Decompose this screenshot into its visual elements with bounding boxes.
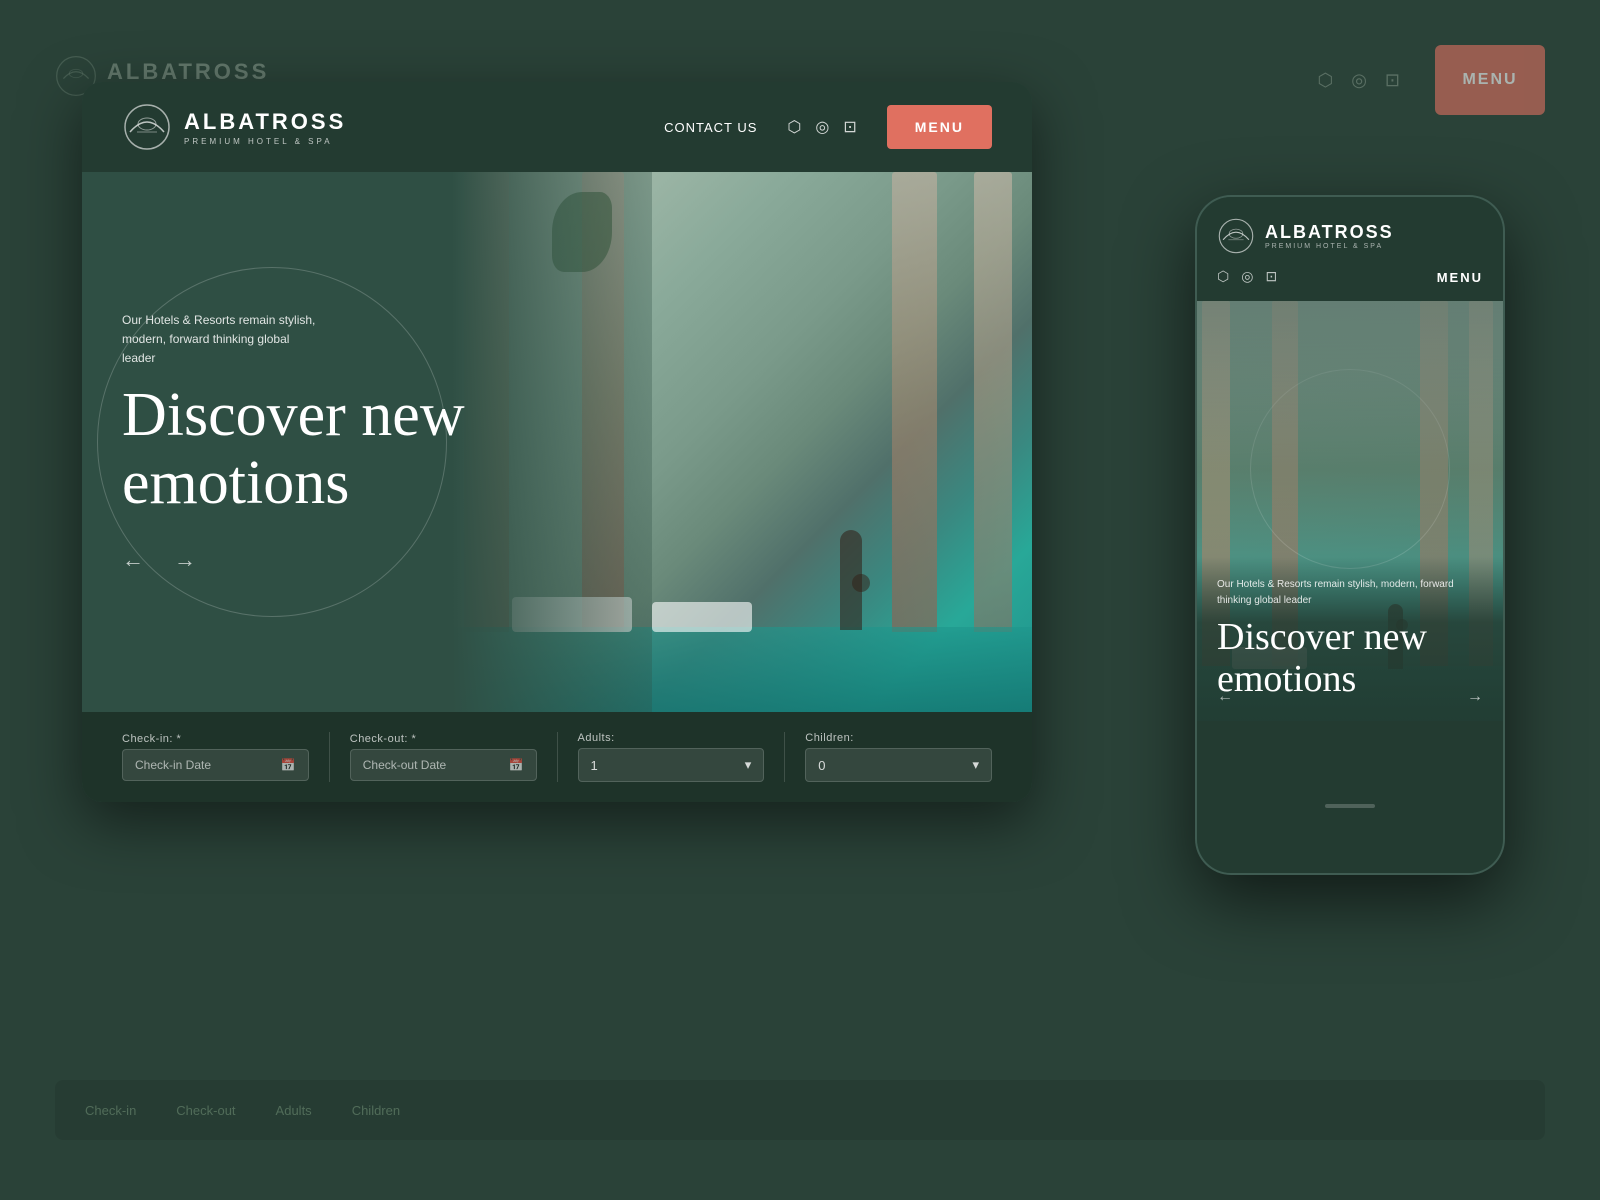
mobile-next-arrow[interactable]: → — [1467, 688, 1483, 706]
mobile-logo-icon — [1217, 217, 1255, 255]
desktop-logo: ALBATROSS PREMIUM HOTEL & SPA — [122, 102, 346, 152]
desktop-logo-sub: PREMIUM HOTEL & SPA — [184, 137, 346, 146]
mobile-tripadvisor-icon[interactable]: ◎ — [1241, 269, 1253, 286]
hero-title-line2: emotions — [122, 449, 349, 517]
bg-bottom-bar: Check-in Check-out Adults Children — [55, 1080, 1545, 1140]
children-label: Children: — [805, 732, 992, 744]
mobile-bottom — [1197, 721, 1503, 875]
checkout-field: Check-out: * Check-out Date 📅 — [350, 733, 537, 781]
checkout-input[interactable]: Check-out Date 📅 — [350, 749, 537, 781]
mobile-logo-sub: PREMIUM HOTEL & SPA — [1265, 243, 1394, 250]
bg-menu-button[interactable]: MENU — [1435, 45, 1545, 115]
bg-tripadvisor-icon: ◎ — [1351, 70, 1367, 91]
mobile-mockup: ALBATROSS PREMIUM HOTEL & SPA ⬡ ◎ ⊡ MENU — [1195, 195, 1505, 875]
checkout-label: Check-out: * — [350, 733, 537, 745]
bg-bottom-item-1: Check-in — [85, 1103, 136, 1118]
desktop-nav: CONTACT US ⬡ ◎ ⊡ MENU — [664, 105, 992, 149]
bg-logo-name: ALBATROSS — [107, 59, 269, 85]
mobile-folio-icon[interactable]: ⬡ — [1217, 269, 1229, 286]
nav-tripadvisor-icon[interactable]: ◎ — [815, 117, 829, 137]
adults-label: Adults: — [578, 732, 765, 744]
mobile-instagram-icon[interactable]: ⊡ — [1265, 269, 1277, 286]
adults-select[interactable]: 1 ▾ — [578, 748, 765, 782]
mobile-hero-top-gradient — [1197, 301, 1503, 553]
bg-bottom-item-3: Adults — [276, 1103, 312, 1118]
booking-divider-1 — [329, 732, 330, 782]
mobile-social-icons: ⬡ ◎ ⊡ — [1217, 269, 1277, 286]
contact-us-label[interactable]: CONTACT US — [664, 120, 757, 135]
children-dropdown-icon: ▾ — [972, 757, 979, 773]
booking-divider-2 — [557, 732, 558, 782]
mobile-scroll-indicator — [1325, 804, 1375, 808]
desktop-logo-name: ALBATROSS — [184, 109, 346, 135]
desktop-booking-bar: Check-in: * Check-in Date 📅 Check-out: *… — [82, 712, 1032, 802]
nav-folio-icon[interactable]: ⬡ — [787, 117, 801, 137]
adults-value: 1 — [591, 758, 598, 773]
mobile-header: ALBATROSS PREMIUM HOTEL & SPA ⬡ ◎ ⊡ MENU — [1197, 197, 1503, 301]
bg-instagram-icon: ⊡ — [1385, 70, 1400, 91]
desktop-mockup: ALBATROSS PREMIUM HOTEL & SPA CONTACT US… — [82, 82, 1032, 802]
desktop-menu-button[interactable]: MENU — [887, 105, 992, 149]
checkin-input[interactable]: Check-in Date 📅 — [122, 749, 309, 781]
checkin-calendar-icon: 📅 — [281, 758, 296, 772]
mobile-hero-subtitle: Our Hotels & Resorts remain stylish, mod… — [1217, 577, 1483, 609]
column-4 — [974, 172, 1012, 632]
desktop-hero-content: Our Hotels & Resorts remain stylish, mod… — [82, 172, 582, 712]
checkin-label: Check-in: * — [122, 733, 309, 745]
mobile-logo-text: ALBATROSS PREMIUM HOTEL & SPA — [1265, 222, 1394, 250]
adults-dropdown-icon: ▾ — [745, 757, 752, 773]
hero-next-arrow[interactable]: → — [174, 547, 196, 573]
mobile-prev-arrow[interactable]: ← — [1217, 688, 1233, 706]
mobile-title-line1: Discover new — [1217, 616, 1427, 658]
mobile-hero-arrows: → — [1467, 688, 1483, 706]
mobile-hero-title: Discover new emotions — [1217, 617, 1483, 701]
bg-bottom-item-2: Check-out — [176, 1103, 235, 1118]
checkin-placeholder: Check-in Date — [135, 758, 211, 772]
hero-prev-arrow[interactable]: ← — [122, 547, 144, 573]
column-3 — [892, 172, 937, 632]
booking-divider-3 — [784, 732, 785, 782]
desktop-hero: Our Hotels & Resorts remain stylish, mod… — [82, 172, 1032, 712]
mobile-logo: ALBATROSS PREMIUM HOTEL & SPA — [1217, 217, 1483, 255]
hero-arrows: ← → — [122, 547, 542, 573]
children-value: 0 — [818, 758, 825, 773]
bg-bottom-item-4: Children — [352, 1103, 400, 1118]
checkout-placeholder: Check-out Date — [363, 758, 446, 772]
children-field: Children: 0 ▾ — [805, 732, 992, 782]
mobile-hero-content: Our Hotels & Resorts remain stylish, mod… — [1197, 557, 1503, 721]
desktop-logo-text: ALBATROSS PREMIUM HOTEL & SPA — [184, 109, 346, 146]
desktop-header: ALBATROSS PREMIUM HOTEL & SPA CONTACT US… — [82, 82, 1032, 172]
lounge-2 — [652, 602, 752, 632]
hero-title: Discover new emotions — [122, 381, 542, 517]
mobile-logo-name: ALBATROSS — [1265, 222, 1394, 243]
figure-head — [852, 574, 870, 592]
adults-field: Adults: 1 ▾ — [578, 732, 765, 782]
mobile-hero: Our Hotels & Resorts remain stylish, mod… — [1197, 301, 1503, 721]
nav-social-icons: ⬡ ◎ ⊡ — [787, 117, 856, 137]
checkout-calendar-icon: 📅 — [509, 758, 524, 772]
mobile-menu-label[interactable]: MENU — [1437, 270, 1483, 285]
desktop-logo-icon — [122, 102, 172, 152]
children-select[interactable]: 0 ▾ — [805, 748, 992, 782]
checkin-field: Check-in: * Check-in Date 📅 — [122, 733, 309, 781]
mobile-nav-row: ⬡ ◎ ⊡ MENU — [1217, 269, 1483, 286]
hero-subtitle: Our Hotels & Resorts remain stylish, mod… — [122, 311, 322, 369]
bg-folio-icon: ⬡ — [1317, 70, 1333, 91]
mobile-title-line2: emotions — [1217, 658, 1356, 700]
hero-title-line1: Discover new — [122, 381, 465, 449]
bg-social-icons: ⬡ ◎ ⊡ — [1317, 70, 1400, 91]
nav-instagram-icon[interactable]: ⊡ — [843, 117, 856, 137]
